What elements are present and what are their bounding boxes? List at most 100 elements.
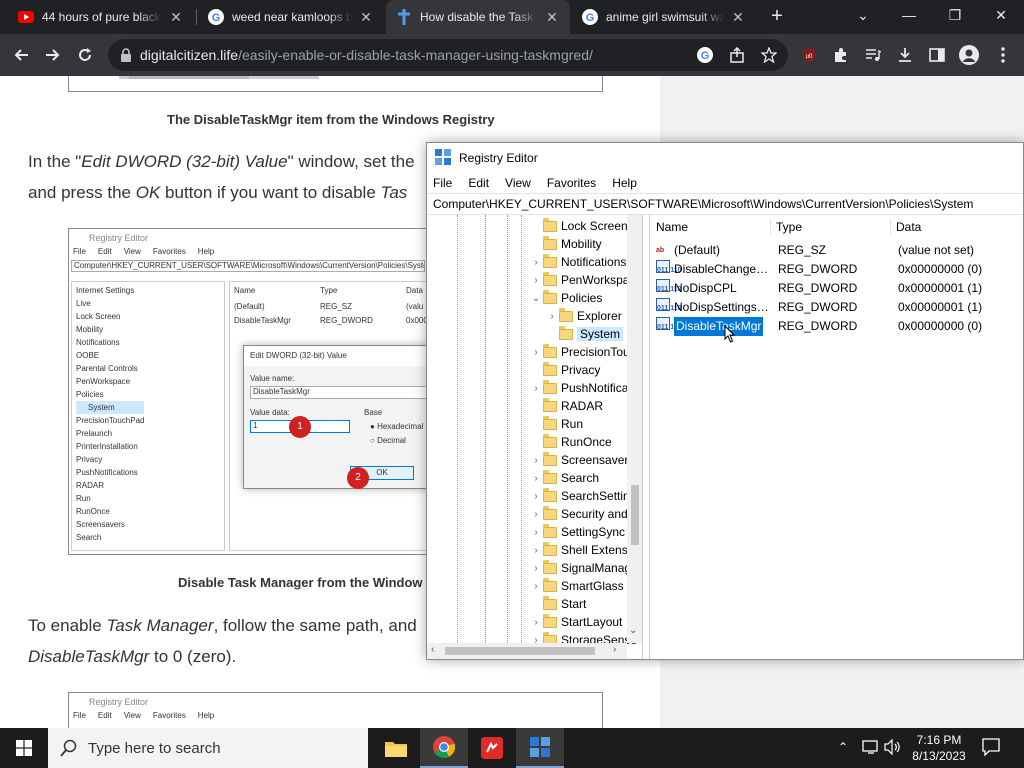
tree-vertical-scrollbar[interactable]: ⌄ bbox=[627, 215, 642, 643]
new-tab-button[interactable]: + bbox=[766, 4, 788, 30]
tree-item[interactable]: › Screensavers bbox=[529, 451, 634, 469]
tree-item[interactable]: RunOnce bbox=[529, 433, 612, 451]
tree-item[interactable]: › Search bbox=[529, 469, 599, 487]
chevron-right-icon[interactable]: › bbox=[529, 509, 543, 520]
registry-editor-titlebar[interactable]: Registry Editor bbox=[427, 143, 1023, 173]
media-playlist-icon[interactable] bbox=[858, 40, 888, 70]
tree-item[interactable]: ⌄ Policies bbox=[529, 289, 602, 307]
google-lens-icon[interactable]: G bbox=[690, 40, 720, 70]
minimize-button[interactable]: — bbox=[886, 0, 932, 30]
extensions-puzzle-icon[interactable] bbox=[826, 40, 856, 70]
column-header-data[interactable]: Data bbox=[896, 215, 921, 239]
taskbar-file-explorer[interactable] bbox=[372, 728, 420, 768]
tree-item[interactable]: RADAR bbox=[529, 397, 603, 415]
chevron-right-icon[interactable]: › bbox=[529, 563, 543, 574]
tree-item[interactable]: › PenWorkspace bbox=[529, 271, 642, 289]
maximize-button[interactable]: ❐ bbox=[932, 0, 978, 30]
menu-favorites[interactable]: Favorites bbox=[547, 176, 596, 190]
column-divider[interactable] bbox=[770, 219, 771, 235]
start-button[interactable] bbox=[0, 728, 48, 768]
address-bar[interactable]: digitalcitizen.life/easily-enable-or-dis… bbox=[108, 39, 788, 71]
tree-item[interactable]: › SettingSync bbox=[529, 523, 625, 541]
tab-google-search-2[interactable]: G anime girl swimsuit wa ✕ bbox=[572, 0, 756, 34]
tree-item[interactable]: Mobility bbox=[529, 235, 602, 253]
network-icon[interactable] bbox=[862, 739, 880, 758]
tree-horizontal-scrollbar[interactable]: ‹ › bbox=[427, 643, 627, 659]
profile-avatar-icon[interactable] bbox=[954, 40, 984, 70]
tree-item[interactable]: › SmartGlass bbox=[529, 577, 624, 595]
tree-item[interactable]: › StartLayout bbox=[529, 613, 622, 631]
chevron-right-icon[interactable]: › bbox=[529, 527, 543, 538]
close-tab-icon[interactable]: ✕ bbox=[544, 9, 560, 26]
tree-item[interactable]: › SearchSettings bbox=[529, 487, 642, 505]
side-panel-icon[interactable] bbox=[922, 40, 952, 70]
volume-icon[interactable] bbox=[884, 738, 902, 758]
chevron-right-icon[interactable]: › bbox=[529, 545, 543, 556]
taskbar-chrome[interactable] bbox=[420, 728, 468, 768]
tree-item[interactable]: › Explorer bbox=[545, 307, 622, 325]
registry-value-row[interactable]: ab (Default) REG_SZ (value not set) bbox=[650, 241, 1024, 260]
download-icon[interactable] bbox=[890, 40, 920, 70]
tree-item[interactable]: ›PrecisionTouchPad bbox=[529, 343, 642, 361]
close-tab-icon[interactable]: ✕ bbox=[358, 9, 374, 26]
scroll-down-arrow-icon[interactable]: ⌄ bbox=[629, 625, 637, 636]
menu-view[interactable]: View bbox=[505, 176, 531, 190]
taskbar-clock[interactable]: 7:16 PM 8/13/2023 bbox=[906, 732, 972, 764]
tree-item[interactable]: Start bbox=[529, 595, 586, 613]
menu-file[interactable]: File bbox=[433, 176, 452, 190]
chevron-right-icon[interactable]: › bbox=[529, 275, 543, 286]
tab-digitalcitizen-active[interactable]: How disable the Task M ✕ bbox=[386, 0, 570, 34]
chevron-right-icon[interactable]: › bbox=[545, 311, 559, 322]
ublock-extension-icon[interactable]: u0 bbox=[794, 40, 824, 70]
reload-button[interactable] bbox=[70, 40, 100, 70]
notifications-icon[interactable] bbox=[982, 738, 1000, 759]
taskbar-search-box[interactable]: Type here to search bbox=[48, 728, 368, 768]
chrome-menu-kebab-icon[interactable] bbox=[988, 40, 1018, 70]
column-header-name[interactable]: Name bbox=[656, 215, 688, 239]
chevron-right-icon[interactable]: › bbox=[529, 473, 543, 484]
registry-address-bar[interactable]: Computer\HKEY_CURRENT_USER\SOFTWARE\Micr… bbox=[427, 193, 1023, 215]
chevron-down-icon[interactable]: ⌄ bbox=[529, 293, 543, 304]
tree-item[interactable]: ›Security and Maintenance bbox=[529, 505, 642, 523]
chevron-right-icon[interactable]: › bbox=[529, 581, 543, 592]
tree-item[interactable]: Lock Screen bbox=[529, 217, 628, 235]
tree-item[interactable]: ›PushNotifications bbox=[529, 379, 642, 397]
tree-item[interactable]: Run bbox=[529, 415, 583, 433]
close-tab-icon[interactable]: ✕ bbox=[730, 9, 746, 26]
scrollbar-thumb[interactable] bbox=[445, 647, 595, 655]
taskbar-app-red[interactable] bbox=[468, 728, 516, 768]
column-header-type[interactable]: Type bbox=[776, 215, 802, 239]
tree-item[interactable]: Privacy bbox=[529, 361, 600, 379]
close-tab-icon[interactable]: ✕ bbox=[168, 9, 184, 26]
chevron-right-icon[interactable]: › bbox=[529, 383, 543, 394]
tree-item[interactable]: › Notifications bbox=[529, 253, 626, 271]
chevron-right-icon[interactable]: › bbox=[529, 491, 543, 502]
chevron-right-icon[interactable]: › bbox=[529, 257, 543, 268]
tree-item[interactable]: › SignalManager bbox=[529, 559, 642, 577]
tab-search-chevron-icon[interactable]: ⌄ bbox=[840, 0, 886, 30]
tree-item[interactable]: › Shell Extensions bbox=[529, 541, 642, 559]
scroll-left-arrow-icon[interactable]: ‹ bbox=[431, 644, 434, 655]
registry-value-row[interactable]: 011 110 NoDispCPL REG_DWORD 0x00000001 (1) bbox=[650, 279, 1024, 298]
chevron-right-icon[interactable]: › bbox=[529, 617, 543, 628]
close-window-button[interactable]: ✕ bbox=[978, 0, 1024, 30]
tab-youtube[interactable]: 44 hours of pure black ✕ bbox=[8, 0, 194, 34]
scrollbar-thumb[interactable] bbox=[631, 485, 639, 545]
lock-icon[interactable] bbox=[120, 48, 132, 62]
registry-value-row[interactable]: 011 110NoDispSettingsPage REG_DWORD 0x0000… bbox=[650, 298, 1024, 317]
column-divider[interactable] bbox=[890, 219, 891, 235]
registry-editor-window[interactable]: Registry Editor File Edit View Favorites… bbox=[426, 142, 1024, 660]
taskbar-registry-editor[interactable] bbox=[516, 728, 564, 768]
bookmark-star-icon[interactable] bbox=[754, 40, 784, 70]
tree-item[interactable]: System bbox=[545, 325, 624, 343]
scroll-right-arrow-icon[interactable]: › bbox=[613, 644, 616, 655]
show-hidden-icons-chevron-icon[interactable]: ⌃ bbox=[838, 740, 848, 754]
menu-help[interactable]: Help bbox=[612, 176, 637, 190]
registry-value-row[interactable]: 011 110DisableChangePassword REG_DWORD 0x0… bbox=[650, 260, 1024, 279]
chevron-right-icon[interactable]: › bbox=[529, 455, 543, 466]
chevron-right-icon[interactable]: › bbox=[529, 347, 543, 358]
menu-edit[interactable]: Edit bbox=[468, 176, 489, 190]
forward-button[interactable] bbox=[38, 40, 68, 70]
share-icon[interactable] bbox=[722, 40, 752, 70]
registry-value-row[interactable]: 011 110 DisableTaskMgr REG_DWORD 0x00000000… bbox=[650, 316, 1024, 337]
